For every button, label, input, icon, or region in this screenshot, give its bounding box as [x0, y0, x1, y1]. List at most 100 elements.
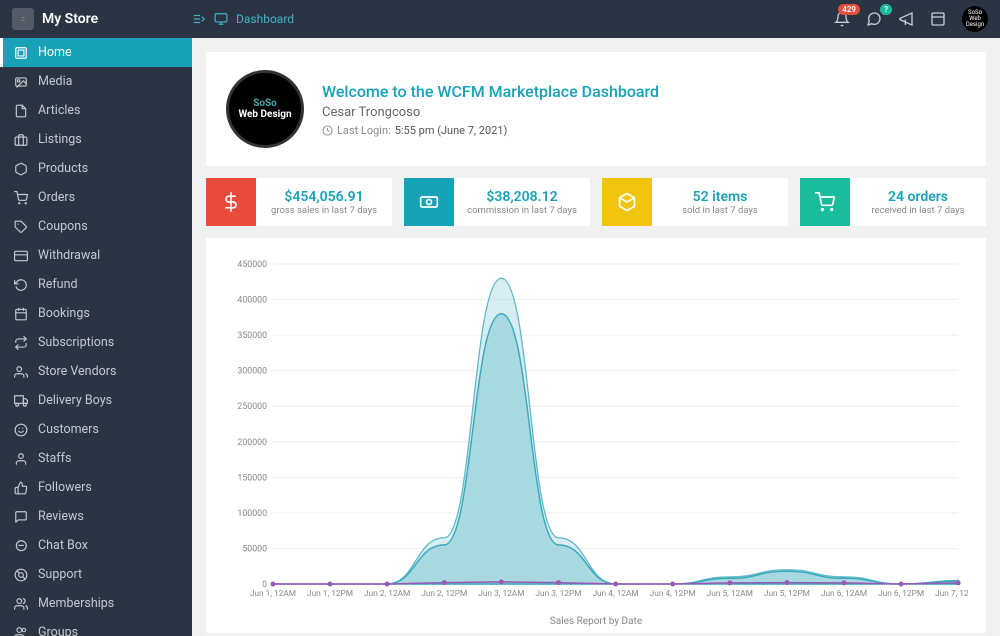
chart-area: 0500001000001500002000002500003000003500…: [224, 254, 968, 614]
sidebar-item-label: Articles: [38, 103, 81, 118]
stat-value: $38,208.12: [486, 189, 557, 205]
logo-icon: ::: [12, 8, 34, 30]
sidebar-item-refund[interactable]: Refund: [0, 270, 192, 299]
stat-value: $454,056.91: [284, 189, 363, 205]
stat-card[interactable]: $454,056.91gross sales in last 7 days: [206, 178, 392, 226]
welcome-title: Welcome to the WCFM Marketplace Dashboar…: [322, 82, 659, 101]
sidebar-item-bookings[interactable]: Bookings: [0, 299, 192, 328]
svg-text:Jun 5, 12PM: Jun 5, 12PM: [764, 589, 810, 599]
svg-text:Jun 7, 12AM: Jun 7, 12AM: [935, 589, 968, 599]
menu-toggle-icon[interactable]: [192, 12, 206, 26]
svg-text:100000: 100000: [237, 509, 267, 519]
sidebar-item-articles[interactable]: Articles: [0, 96, 192, 125]
home-icon: [14, 46, 28, 60]
sidebar-item-chat-box[interactable]: Chat Box: [0, 531, 192, 560]
sidebar-item-label: Support: [38, 567, 82, 582]
svg-text:Jun 4, 12PM: Jun 4, 12PM: [650, 589, 696, 599]
sidebar-item-label: Listings: [38, 132, 82, 147]
topbar-icons: 429 ? SoSoWeb Design: [834, 6, 988, 32]
sidebar-item-label: Customers: [38, 422, 99, 437]
sidebar-item-memberships[interactable]: Memberships: [0, 589, 192, 618]
briefcase-icon: [14, 133, 28, 147]
tag-icon: [14, 220, 28, 234]
sidebar-item-withdrawal[interactable]: Withdrawal: [0, 241, 192, 270]
user-icon: [14, 452, 28, 466]
store-name: My Store: [42, 11, 98, 27]
sidebar-item-label: Withdrawal: [38, 248, 100, 263]
group-icon: [14, 626, 28, 636]
user-avatar[interactable]: SoSoWeb Design: [962, 6, 988, 32]
inbox-icon[interactable]: [930, 11, 946, 27]
sidebar-item-label: Subscriptions: [38, 335, 114, 350]
svg-text:Jun 2, 12PM: Jun 2, 12PM: [421, 589, 467, 599]
sidebar-item-label: Refund: [38, 277, 78, 292]
announce-icon[interactable]: [898, 11, 914, 27]
sidebar-item-media[interactable]: Media: [0, 67, 192, 96]
monitor-icon: [214, 12, 228, 26]
sidebar-item-listings[interactable]: Listings: [0, 125, 192, 154]
svg-text:Jun 1, 12PM: Jun 1, 12PM: [307, 589, 353, 599]
sidebar-item-support[interactable]: Support: [0, 560, 192, 589]
topbar: :: My Store Dashboard 429 ? SoSoWeb Desi…: [0, 0, 1000, 38]
members-icon: [14, 597, 28, 611]
sidebar-item-staffs[interactable]: Staffs: [0, 444, 192, 473]
cube-icon: [14, 162, 28, 176]
svg-text:Jun 6, 12PM: Jun 6, 12PM: [878, 589, 924, 599]
welcome-text: Welcome to the WCFM Marketplace Dashboar…: [322, 82, 659, 137]
sidebar: HomeMediaArticlesListingsProductsOrdersC…: [0, 38, 192, 636]
sidebar-item-label: Memberships: [38, 596, 114, 611]
notif-badge: 429: [838, 4, 860, 15]
box-icon: [602, 178, 652, 226]
sidebar-item-reviews[interactable]: Reviews: [0, 502, 192, 531]
sidebar-item-orders[interactable]: Orders: [0, 183, 192, 212]
stat-card[interactable]: 24 ordersreceived in last 7 days: [800, 178, 986, 226]
welcome-subtitle: Cesar Trongcoso: [322, 105, 659, 120]
sidebar-item-label: Products: [38, 161, 88, 176]
help-icon[interactable]: ?: [866, 11, 882, 27]
breadcrumb[interactable]: Dashboard: [192, 12, 294, 26]
notifications-icon[interactable]: 429: [834, 11, 850, 27]
chat-icon: [14, 539, 28, 553]
breadcrumb-label[interactable]: Dashboard: [236, 12, 294, 26]
main-content: SoSoWeb Design Welcome to the WCFM Marke…: [192, 38, 1000, 636]
sidebar-item-label: Delivery Boys: [38, 393, 112, 408]
smile-icon: [14, 423, 28, 437]
sidebar-item-label: Store Vendors: [38, 364, 116, 379]
svg-text:450000: 450000: [237, 260, 267, 270]
sidebar-item-customers[interactable]: Customers: [0, 415, 192, 444]
svg-text:Jun 6, 12AM: Jun 6, 12AM: [821, 589, 867, 599]
stat-label: commission in last 7 days: [467, 205, 577, 216]
svg-text:Jun 2, 12AM: Jun 2, 12AM: [364, 589, 410, 599]
cart-icon: [800, 178, 850, 226]
thumbs-icon: [14, 481, 28, 495]
sidebar-item-home[interactable]: Home: [0, 38, 192, 67]
file-icon: [14, 104, 28, 118]
svg-text:Jun 4, 12AM: Jun 4, 12AM: [592, 589, 638, 599]
refresh-icon: [14, 278, 28, 292]
chart-card: 0500001000001500002000002500003000003500…: [206, 238, 986, 633]
last-login: Last Login: 5:55 pm (June 7, 2021): [322, 124, 659, 137]
svg-text:300000: 300000: [237, 367, 267, 377]
stat-card[interactable]: $38,208.12commission in last 7 days: [404, 178, 590, 226]
svg-text:350000: 350000: [237, 331, 267, 341]
sidebar-item-label: Bookings: [38, 306, 90, 321]
sidebar-item-groups[interactable]: Groups: [0, 618, 192, 636]
sidebar-item-subscriptions[interactable]: Subscriptions: [0, 328, 192, 357]
sidebar-item-followers[interactable]: Followers: [0, 473, 192, 502]
sidebar-item-coupons[interactable]: Coupons: [0, 212, 192, 241]
calendar-icon: [14, 307, 28, 321]
svg-text:250000: 250000: [237, 402, 267, 412]
svg-text:200000: 200000: [237, 438, 267, 448]
svg-text:Jun 3, 12AM: Jun 3, 12AM: [478, 589, 524, 599]
sidebar-item-store-vendors[interactable]: Store Vendors: [0, 357, 192, 386]
sidebar-item-label: Reviews: [38, 509, 84, 524]
life-icon: [14, 568, 28, 582]
stat-label: received in last 7 days: [871, 205, 964, 216]
stat-card[interactable]: 52 itemssold in last 7 days: [602, 178, 788, 226]
topbar-left: :: My Store: [12, 8, 192, 30]
cart-icon: [14, 191, 28, 205]
sidebar-item-products[interactable]: Products: [0, 154, 192, 183]
card-icon: [14, 249, 28, 263]
svg-text:150000: 150000: [237, 473, 267, 483]
sidebar-item-delivery-boys[interactable]: Delivery Boys: [0, 386, 192, 415]
